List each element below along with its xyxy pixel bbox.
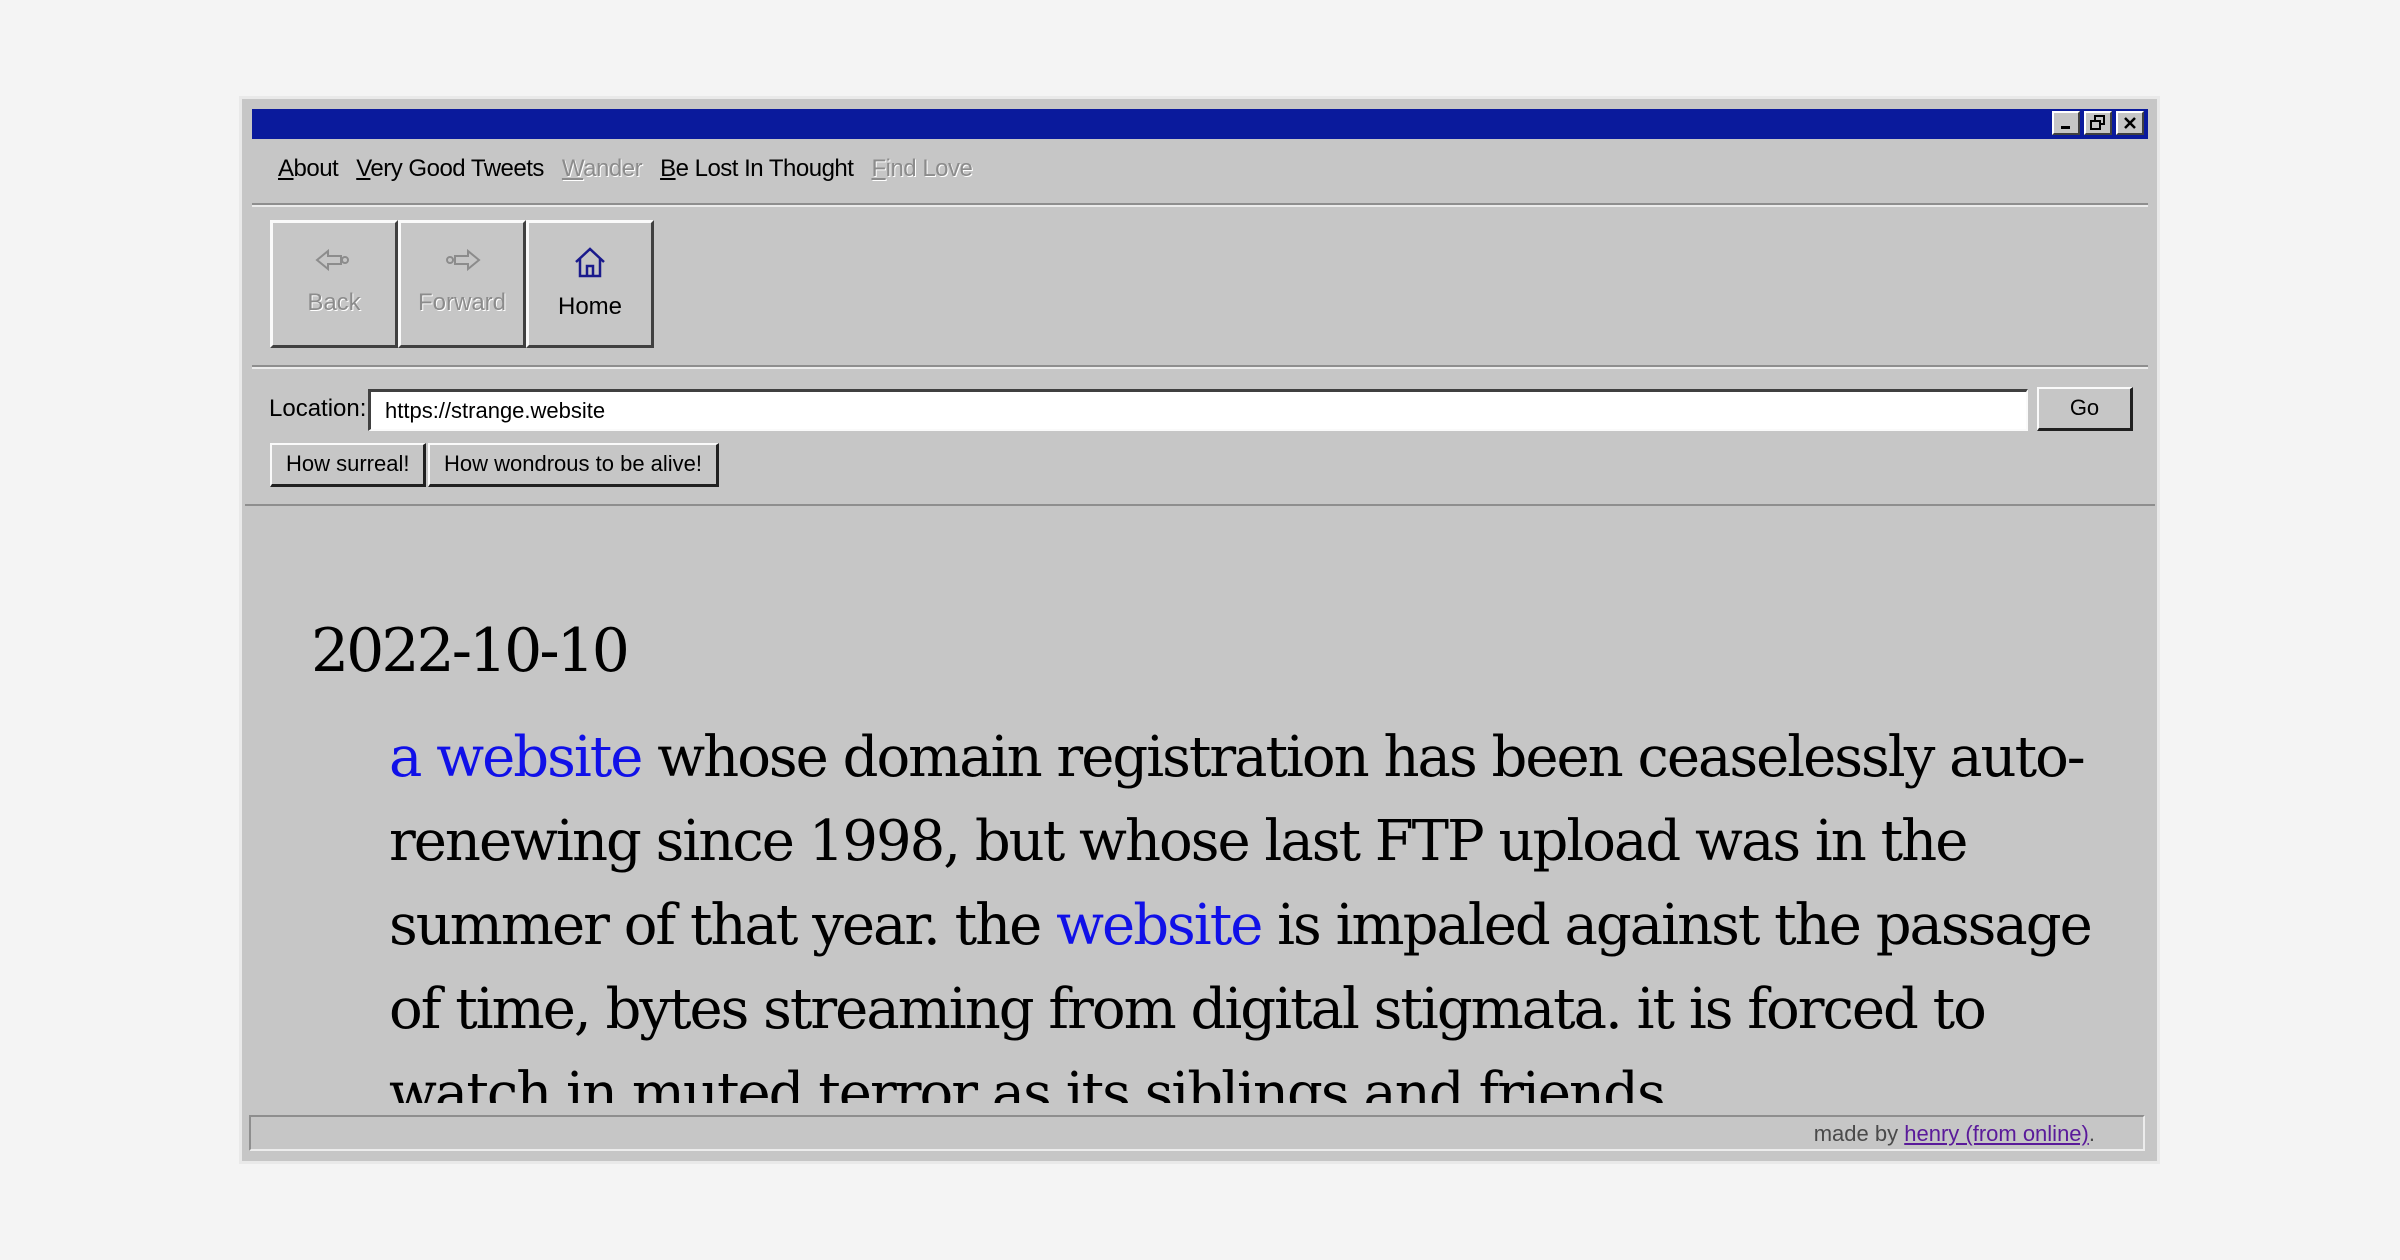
back-button[interactable]: Back: [270, 220, 398, 348]
how-wondrous-button[interactable]: How wondrous to be alive!: [428, 443, 720, 487]
menu-bar: About Very Good Tweets Wander Be Lost In…: [278, 155, 990, 185]
status-text: made by henry (from online).: [1813, 1121, 2095, 1146]
how-surreal-button[interactable]: How surreal!: [270, 443, 427, 487]
location-input[interactable]: https://strange.website: [368, 389, 2028, 431]
back-arrow-icon: [315, 248, 349, 272]
forward-button[interactable]: Forward: [398, 220, 526, 348]
menu-item-very-good-tweets[interactable]: Very Good Tweets: [356, 155, 544, 185]
credit-link[interactable]: henry (from online): [1904, 1121, 2089, 1146]
go-button[interactable]: Go: [2037, 387, 2133, 431]
forward-label: Forward: [417, 289, 507, 316]
website-link[interactable]: a website: [389, 725, 643, 790]
restore-icon: [2090, 115, 2105, 130]
close-button[interactable]: [2116, 111, 2144, 135]
menu-item-be-lost-in-thought[interactable]: Be Lost In Thought: [660, 155, 854, 185]
website-link-2[interactable]: website: [1056, 893, 1263, 958]
status-bar: made by henry (from online).: [249, 1115, 2145, 1151]
minimize-icon: [2061, 126, 2070, 129]
page-content[interactable]: 2022-10-10 a website whose domain regist…: [245, 504, 2155, 1103]
forward-arrow-icon: [446, 248, 481, 272]
location-label: Location:: [269, 395, 367, 422]
home-label: Home: [557, 293, 623, 320]
menu-item-about[interactable]: About: [278, 155, 339, 185]
title-bar[interactable]: [252, 109, 2148, 139]
home-button[interactable]: Home: [526, 220, 654, 348]
toolbar-separator: [252, 365, 2148, 369]
browser-window: About Very Good Tweets Wander Be Lost In…: [239, 96, 2160, 1164]
home-icon: [575, 247, 605, 278]
close-icon: [2124, 117, 2136, 129]
restore-button[interactable]: [2084, 111, 2112, 135]
menu-item-wander: Wander: [561, 155, 643, 182]
post-body: a website whose domain registration has …: [389, 716, 2109, 1103]
minimize-button[interactable]: [2052, 111, 2080, 135]
back-label: Back: [307, 289, 361, 316]
post-date: 2022-10-10: [311, 616, 630, 686]
menu-item-find-love: Find Love: [871, 155, 973, 182]
menu-separator: [252, 203, 2148, 207]
